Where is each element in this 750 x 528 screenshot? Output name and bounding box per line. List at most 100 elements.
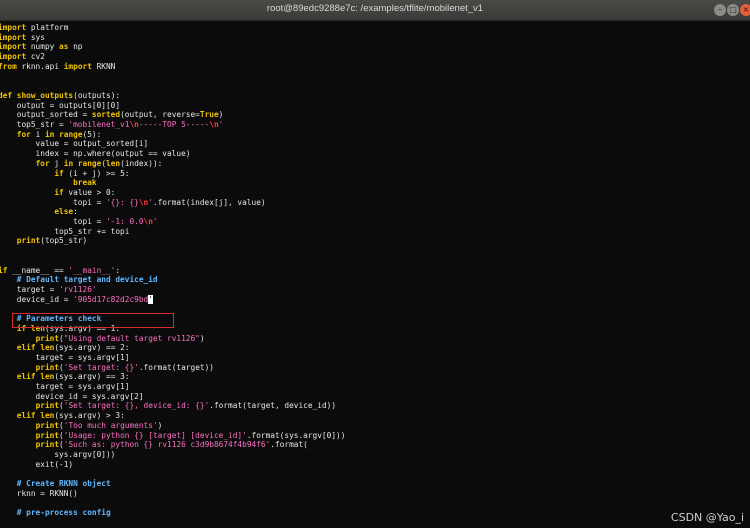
code-token: # pre-process config <box>16 508 111 518</box>
terminal-area[interactable]: import platform import sys import numpy as… <box>0 21 750 528</box>
code-line: print('Such as: python {} rv1126 c3d9b86… <box>0 440 345 450</box>
close-button[interactable]: × <box>740 4 750 16</box>
code-token: break <box>73 178 97 188</box>
code-line: # Default target and device_id <box>0 275 345 285</box>
code-token: (top5_str) <box>40 236 88 246</box>
code-token: top5_str = <box>0 120 69 130</box>
window-title: root@89edc9288e7c: /examples/tflite/mobi… <box>266 3 484 14</box>
code-line: # Create RKNN object <box>0 479 345 489</box>
code-editor-text[interactable]: import platform import sys import numpy as… <box>0 23 345 518</box>
code-line: print('Set target: {}, device_id: {}'.fo… <box>0 401 345 411</box>
minimize-button[interactable]: – <box>714 4 726 16</box>
code-token: : <box>115 265 121 275</box>
code-token: import <box>0 32 27 42</box>
code-token: print <box>35 420 60 430</box>
code-token: topi = <box>0 217 106 227</box>
code-line: sys.argv[0])) <box>0 450 345 460</box>
code-token: 'Set target: {}, device_id: {}' <box>63 401 210 411</box>
code-line: print("Using default target rv1126") <box>0 334 345 344</box>
code-token: ' <box>218 120 224 130</box>
code-token: print <box>35 362 60 372</box>
code-token: topi = <box>0 197 106 207</box>
code-token: range <box>59 129 83 139</box>
maximize-button[interactable]: □ <box>727 4 739 16</box>
code-token: len <box>106 158 121 168</box>
code-token: .format(index[j], value) <box>152 197 266 207</box>
code-token: index = np.where(output == value) <box>0 149 191 159</box>
code-token: numpy <box>26 42 60 52</box>
code-line: print('Set target: {}'.format(target)) <box>0 363 345 373</box>
code-line: device_id = sys.argv[2] <box>0 392 345 402</box>
code-token: print <box>16 236 41 246</box>
window-titlebar[interactable]: root@89edc9288e7c: /examples/tflite/mobi… <box>0 0 750 21</box>
code-token: for <box>35 158 50 168</box>
code-token: ) <box>157 420 163 430</box>
code-token: from <box>0 61 17 71</box>
code-token: import <box>63 61 92 71</box>
code-token: .format(sys.argv[0])) <box>246 430 346 440</box>
code-line: print('Usage: python {} [target] [device… <box>0 430 346 441</box>
code-token: import <box>0 42 27 52</box>
code-line: top5_str += topi <box>0 227 345 237</box>
code-token: in <box>44 129 55 139</box>
code-token: len <box>40 343 55 353</box>
code-token: ) <box>199 333 205 343</box>
code-token: \n <box>129 120 139 130</box>
code-token: cv2 <box>26 52 45 62</box>
code-line: top5_str = 'mobilenet_v1\n-----TOP 5----… <box>0 120 345 130</box>
code-token: : <box>73 207 78 217</box>
code-token: (5): <box>82 129 102 139</box>
code-token: .format(target, device_id)) <box>209 401 337 411</box>
code-token: import <box>0 52 27 62</box>
code-token: (index)): <box>120 158 163 168</box>
code-token: j <box>49 158 64 168</box>
code-token: output_sorted = <box>0 110 92 120</box>
code-token: # Create RKNN object <box>16 479 111 489</box>
code-token: '__main__' <box>68 265 116 275</box>
code-line: def show_outputs(outputs): <box>0 91 345 101</box>
code-token: target = <box>0 284 60 294</box>
code-line: target = sys.argv[1] <box>0 382 345 392</box>
code-line: import platform <box>0 23 345 33</box>
code-token: top5_str += topi <box>0 226 130 236</box>
code-token: device_id = sys.argv[2] <box>0 391 144 401</box>
code-token: value = output_sorted[i] <box>0 139 149 149</box>
code-token: target = sys.argv[1] <box>0 352 130 362</box>
code-line: import sys <box>0 33 345 43</box>
code-token: in <box>63 158 74 168</box>
code-line: else: <box>0 207 345 217</box>
code-token: 'Too much arguments' <box>63 420 158 430</box>
code-line: target = sys.argv[1] <box>0 353 345 363</box>
code-token: (output, reverse= <box>120 110 200 120</box>
code-token: target = sys.argv[1] <box>0 382 130 392</box>
code-token: range <box>77 158 102 168</box>
code-token: '-1: 0.0 <box>105 217 144 227</box>
code-line: device_id = '905d17c82d2c9bd' <box>0 294 345 305</box>
code-token: \n <box>143 217 153 227</box>
code-token: len <box>40 372 55 382</box>
code-token: print <box>35 333 60 343</box>
code-line: from rknn.api import RKNN <box>0 62 345 72</box>
code-token: elif <box>16 411 36 421</box>
code-token: for <box>16 129 31 139</box>
code-token: rknn.api <box>16 61 64 71</box>
code-token: 'rv1126' <box>59 284 97 294</box>
code-token: rknn = RKNN() <box>0 488 78 498</box>
code-token: output = outputs[0][0] <box>0 100 121 110</box>
